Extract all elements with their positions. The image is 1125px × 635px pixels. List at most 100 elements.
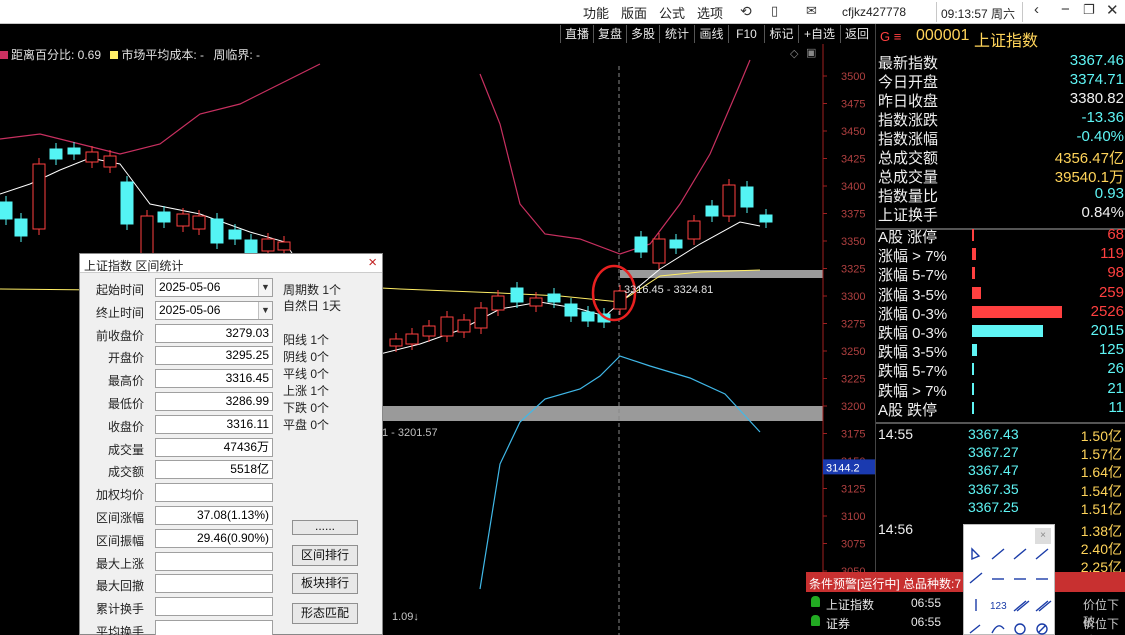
field-input[interactable]: 3279.03 <box>155 323 273 343</box>
y-tick-label: 3100 <box>841 511 865 523</box>
breadth-row[interactable]: 跌幅 0-3% 2015 <box>878 322 1124 342</box>
dialog-titlebar[interactable]: 上证指数 区间统计 × <box>80 254 382 273</box>
tick-amount: 1.50亿 <box>1080 428 1122 444</box>
breadth-label: A股 跌停 <box>878 401 938 419</box>
candle-body <box>244 239 258 255</box>
menu-function[interactable]: 功能 <box>583 3 609 22</box>
sector-rank-button[interactable]: 板块排行 <box>292 573 358 594</box>
menu-formula[interactable]: 公式 <box>659 3 685 22</box>
fan-tool-icon[interactable] <box>969 624 981 634</box>
minimize-icon[interactable]: − <box>1061 1 1070 18</box>
field-input[interactable] <box>155 597 273 617</box>
candle-body <box>261 238 275 252</box>
candle-body <box>228 229 242 240</box>
distance-pct: 距离百分比: 0.69 <box>11 48 102 62</box>
mail-icon[interactable]: ✉ <box>806 3 817 19</box>
y-tick-label: 3175 <box>841 429 865 441</box>
ray-tool-icon[interactable] <box>1013 548 1027 560</box>
breadth-row[interactable]: A股 涨停 68 <box>878 226 1124 246</box>
alert-time: 06:55 <box>911 615 942 629</box>
field-input[interactable]: 5518亿 <box>155 460 273 480</box>
breadth-row[interactable]: 跌幅 3-5% 125 <box>878 341 1124 361</box>
candle-body <box>510 287 524 303</box>
toolbar-draw[interactable]: 画线 <box>694 25 728 43</box>
y-tick-label: 3325 <box>841 264 865 276</box>
palette-close-icon[interactable]: × <box>1035 528 1051 544</box>
breadth-row[interactable]: 涨幅 0-3% 2526 <box>878 303 1124 323</box>
username: cfjkz427778 <box>842 5 907 19</box>
menu-layout[interactable]: 版面 <box>621 3 647 22</box>
toolbar-stats[interactable]: 统计 <box>659 25 694 43</box>
phone-icon[interactable]: ▯ <box>771 3 778 19</box>
field-input[interactable] <box>155 574 273 594</box>
breadth-row[interactable]: 跌幅 > 7% 21 <box>878 380 1124 400</box>
date-picker[interactable]: 2025-05-06 ▼ <box>155 300 273 320</box>
field-input[interactable]: 47436万 <box>155 437 273 457</box>
refresh-icon[interactable]: ⟲ <box>740 3 752 20</box>
chevron-down-icon[interactable]: ▼ <box>258 301 272 319</box>
candle-body <box>547 293 561 303</box>
breadth-row[interactable]: 涨幅 3-5% 259 <box>878 284 1124 304</box>
toolbar-add-watch[interactable]: +自选 <box>798 25 840 43</box>
tick-row: 14:55 3367.43 1.50亿 <box>878 426 1124 444</box>
restore-icon[interactable]: ❐ <box>1083 2 1095 18</box>
close-icon[interactable]: ✕ <box>1106 1 1119 19</box>
candle-body <box>652 238 666 264</box>
toolbar-multi[interactable]: 多股 <box>626 25 659 43</box>
pointer-tool-icon[interactable] <box>971 547 981 561</box>
parallel-tool-icon[interactable] <box>1035 600 1049 612</box>
circle-tool-icon[interactable] <box>1014 623 1026 635</box>
panel-toggle-icon[interactable]: ▣ <box>806 46 816 59</box>
trend-tool-icon[interactable] <box>969 572 983 584</box>
quote-row: 昨日收盘 3380.82 <box>878 90 1124 110</box>
quote-row: 今日开盘 3374.71 <box>878 71 1124 91</box>
field-input[interactable]: 3316.45 <box>155 369 273 389</box>
field-input[interactable] <box>155 551 273 571</box>
channel-tool-icon[interactable] <box>1013 600 1027 612</box>
breadth-label: 涨幅 0-3% <box>878 305 948 323</box>
breadth-bar <box>972 248 977 261</box>
toolbar-live[interactable]: 直播 <box>560 25 593 43</box>
field-input[interactable] <box>155 483 273 503</box>
candle-body <box>49 148 63 160</box>
tick-price: 3367.35 <box>968 480 1019 497</box>
candle-body <box>405 333 419 345</box>
range-rank-button[interactable]: 区间排行 <box>292 545 358 566</box>
breadth-bar <box>972 267 976 280</box>
field-input[interactable]: 29.46(0.90%) <box>155 528 273 548</box>
breadth-row[interactable]: A股 跌停 11 <box>878 399 1124 419</box>
segment-tool-icon[interactable] <box>1035 548 1049 560</box>
breadth-row[interactable]: 涨幅 > 7% 119 <box>878 245 1124 265</box>
quote-value: 39540.1万 <box>1054 169 1124 186</box>
breadth-row[interactable]: 涨幅 5-7% 98 <box>878 264 1124 284</box>
quote-label: 昨日收盘 <box>878 93 939 110</box>
candle-body <box>14 218 28 237</box>
toolbar-back[interactable]: 返回 <box>840 25 873 43</box>
quote-label: 指数涨幅 <box>878 131 939 148</box>
toolbar-f10[interactable]: F10 <box>728 25 764 43</box>
breadth-bar <box>972 401 974 414</box>
pattern-match-button[interactable]: 形态匹配 <box>292 603 358 624</box>
field-input[interactable]: 3286.99 <box>155 392 273 411</box>
diamond-icon[interactable]: ◇ <box>790 47 798 60</box>
breadth-value: 26 <box>1107 360 1124 378</box>
back-icon[interactable]: ‹ <box>1034 1 1039 18</box>
field-input[interactable]: 3316.11 <box>155 414 273 434</box>
stat-text: 平线 0个 <box>283 367 330 381</box>
date-picker[interactable]: 2025-05-06 ▼ <box>155 278 273 297</box>
breadth-row[interactable]: 跌幅 5-7% 26 <box>878 360 1124 380</box>
stock-name: 上证指数 <box>974 33 1039 50</box>
toolbar-mark[interactable]: 标记 <box>764 25 798 43</box>
menu-options[interactable]: 选项 <box>697 3 723 22</box>
more-button[interactable]: ...... <box>292 520 358 535</box>
toolbar-replay[interactable]: 复盘 <box>593 25 626 43</box>
text-tool-icon[interactable]: 123 <box>990 601 1007 612</box>
line-tool-icon[interactable] <box>991 548 1005 560</box>
field-input[interactable]: 3295.25 <box>155 346 273 366</box>
arc-tool-icon[interactable] <box>991 625 1005 634</box>
field-input[interactable]: 37.08(1.13%) <box>155 506 273 525</box>
field-input[interactable] <box>155 620 273 635</box>
dialog-close-icon[interactable]: × <box>368 254 377 271</box>
breadth-value: 2015 <box>1090 322 1124 339</box>
chevron-down-icon[interactable]: ▼ <box>258 279 272 296</box>
